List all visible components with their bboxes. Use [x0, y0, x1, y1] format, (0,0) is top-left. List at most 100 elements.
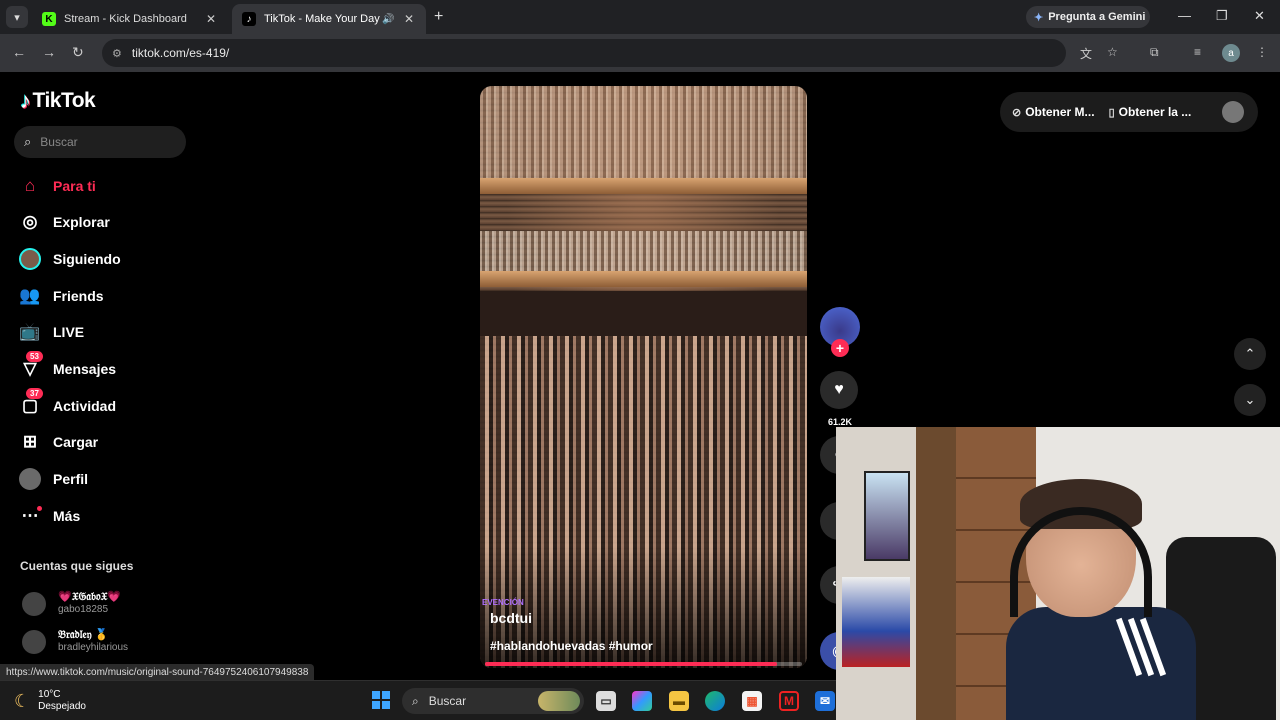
store-icon[interactable]: ▦: [742, 691, 762, 711]
weather-text: Despejado: [38, 701, 86, 712]
window-close-button[interactable]: ✕: [1254, 8, 1265, 24]
sidebar-item-label: Para ti: [53, 178, 96, 194]
tiktok-favicon-icon: ♪: [242, 12, 256, 26]
site-info-icon[interactable]: ⚙: [112, 47, 122, 60]
file-explorer-icon[interactable]: ▬: [669, 691, 689, 711]
new-tab-button[interactable]: +: [434, 8, 443, 26]
browser-toolbar: ← → ↻ ⚙ tiktok.com/es-419/ 文 ☆ ⧉ ≡ a ⋮: [0, 34, 1280, 72]
avatar: [22, 591, 46, 616]
forward-button[interactable]: →: [42, 44, 56, 60]
get-app-link[interactable]: Obtener la ...: [1119, 105, 1192, 119]
restore-button[interactable]: ❐: [1216, 8, 1228, 24]
sidebar-item-label: Cargar: [53, 434, 99, 450]
cam-poster: [842, 577, 910, 667]
copilot-icon[interactable]: [632, 691, 652, 711]
streamer-shirt: [1006, 607, 1196, 720]
video-overlay-tag: EVENCIÓN: [482, 598, 524, 607]
sidebar-item-cargar[interactable]: ⊞ Cargar: [18, 427, 98, 457]
heart-icon: ♥: [834, 381, 844, 398]
balcony-rail: [480, 271, 807, 287]
next-video-button[interactable]: ⌄: [1234, 384, 1266, 416]
sidebar-item-perfil[interactable]: Perfil: [18, 464, 88, 494]
sidebar-item-mas[interactable]: ⋯ Más: [18, 501, 80, 531]
sidebar-item-label: Explorar: [53, 214, 110, 230]
gemini-label: Pregunta a Gemini: [1048, 11, 1146, 23]
screen: ▾ K Stream - Kick Dashboard ✕ ♪ TikTok -…: [0, 0, 1280, 720]
profile-avatar: [18, 467, 42, 491]
search-placeholder: Buscar: [40, 135, 78, 149]
sidebar-item-mensajes[interactable]: ▽ 53 Mensajes: [18, 351, 117, 384]
sidebar-item-friends[interactable]: 👥 Friends: [18, 281, 103, 311]
media-icon[interactable]: ≡: [1194, 45, 1201, 59]
like-count: 61.2K: [827, 417, 853, 427]
taskbar-search[interactable]: ⌕ Buscar: [402, 688, 584, 714]
sidebar-item-para-ti[interactable]: ⌂ Para ti: [18, 171, 96, 201]
avatar: [22, 629, 46, 654]
mail-icon[interactable]: ✉: [815, 691, 835, 711]
home-icon: ⌂: [24, 176, 36, 195]
sidebar-item-label: Actividad: [53, 398, 117, 414]
sidebar-item-explorar[interactable]: ◎ Explorar: [18, 207, 110, 237]
previous-video-button[interactable]: ⌃: [1234, 338, 1266, 370]
video-progress-bar[interactable]: [485, 662, 802, 666]
extensions-icon[interactable]: ⧉: [1150, 45, 1159, 60]
video-player[interactable]: EVENCIÓN bcdtui #hablandohuevadas #humor: [480, 86, 807, 668]
streamer: [1006, 479, 1196, 720]
close-icon[interactable]: ✕: [204, 12, 218, 26]
video-author[interactable]: bcdtui: [490, 610, 532, 626]
video-caption[interactable]: #hablandohuevadas #humor: [490, 639, 653, 653]
address-bar[interactable]: ⚙ tiktok.com/es-419/: [102, 39, 1066, 67]
tiktok-logo[interactable]: ♪ TikTok: [20, 88, 96, 114]
account-name: 𝔅𝔯𝔞𝔡𝔩𝔢𝔶 🥇: [58, 629, 109, 641]
sidebar-item-actividad[interactable]: ▢ 37 Actividad: [18, 388, 117, 421]
sidebar-item-live[interactable]: 📺 LIVE: [18, 317, 84, 347]
start-button[interactable]: [372, 691, 390, 709]
gemini-button[interactable]: ✦ Pregunta a Gemini: [1026, 6, 1150, 28]
reload-button[interactable]: ↻: [72, 44, 84, 61]
user-avatar[interactable]: [1222, 101, 1244, 123]
weather-widget[interactable]: ☾ 10°C Despejado: [14, 689, 86, 713]
menu-icon[interactable]: ⋮: [1256, 45, 1268, 59]
temperature: 10°C: [38, 689, 61, 700]
status-link: https://www.tiktok.com/music/original-so…: [0, 664, 315, 680]
sidebar-item-label: Mensajes: [53, 361, 117, 377]
tab-tiktok[interactable]: ♪ TikTok - Make Your Day 🔊 ✕: [232, 4, 426, 34]
profile-avatar[interactable]: a: [1222, 44, 1240, 62]
messages-badge: 53: [26, 351, 43, 362]
sidebar-item-label: Perfil: [53, 471, 89, 487]
following-section-title: Cuentas que sigues: [20, 559, 134, 573]
cam-poster: [864, 471, 910, 561]
back-button[interactable]: ←: [12, 44, 26, 60]
following-account[interactable]: 𝔅𝔯𝔞𝔡𝔩𝔢𝔶 🥇 bradleyhilarious: [22, 629, 128, 654]
chevron-up-icon: ⌃: [1244, 346, 1256, 361]
chevron-down-icon: ⌄: [1244, 392, 1256, 407]
gemini-icon: ✦: [1034, 11, 1044, 24]
get-coins-link[interactable]: Obtener M...: [1025, 105, 1094, 119]
speaker-icon[interactable]: 🔊: [382, 14, 396, 25]
search-input[interactable]: ⌕ Buscar: [14, 126, 186, 158]
like-button[interactable]: ♥: [820, 371, 858, 409]
tab-kick-dashboard[interactable]: K Stream - Kick Dashboard ✕: [32, 4, 228, 34]
sidebar-item-siguiendo[interactable]: Siguiendo: [18, 244, 121, 274]
close-icon[interactable]: ✕: [402, 12, 416, 26]
phone-icon: ▯: [1108, 106, 1115, 119]
mcafee-icon[interactable]: M: [779, 691, 799, 711]
task-view-icon[interactable]: ▭: [596, 691, 616, 711]
more-icon: ⋯: [18, 504, 42, 528]
bookmark-star-icon[interactable]: ☆: [1107, 45, 1118, 59]
activity-badge: 37: [26, 388, 43, 399]
following-account[interactable]: 💗𝔛𝔊𝔞𝔟𝔬𝔛💗 gabo18285: [22, 591, 121, 616]
logo-text: TikTok: [32, 89, 96, 112]
following-avatar: [18, 247, 42, 271]
minimize-button[interactable]: —: [1178, 8, 1191, 23]
moon-icon: ☾: [14, 690, 31, 711]
follow-plus-button[interactable]: +: [831, 339, 849, 357]
account-handle: gabo18285: [58, 604, 109, 615]
activity-icon: ▢ 37: [18, 388, 43, 418]
edge-icon[interactable]: [705, 691, 725, 711]
webcam-overlay: [836, 427, 1280, 720]
video-frame: [480, 291, 807, 336]
tab-search-button[interactable]: ▾: [6, 6, 28, 28]
translate-icon[interactable]: 文: [1080, 45, 1092, 62]
coin-icon: ⊘: [1012, 106, 1022, 119]
